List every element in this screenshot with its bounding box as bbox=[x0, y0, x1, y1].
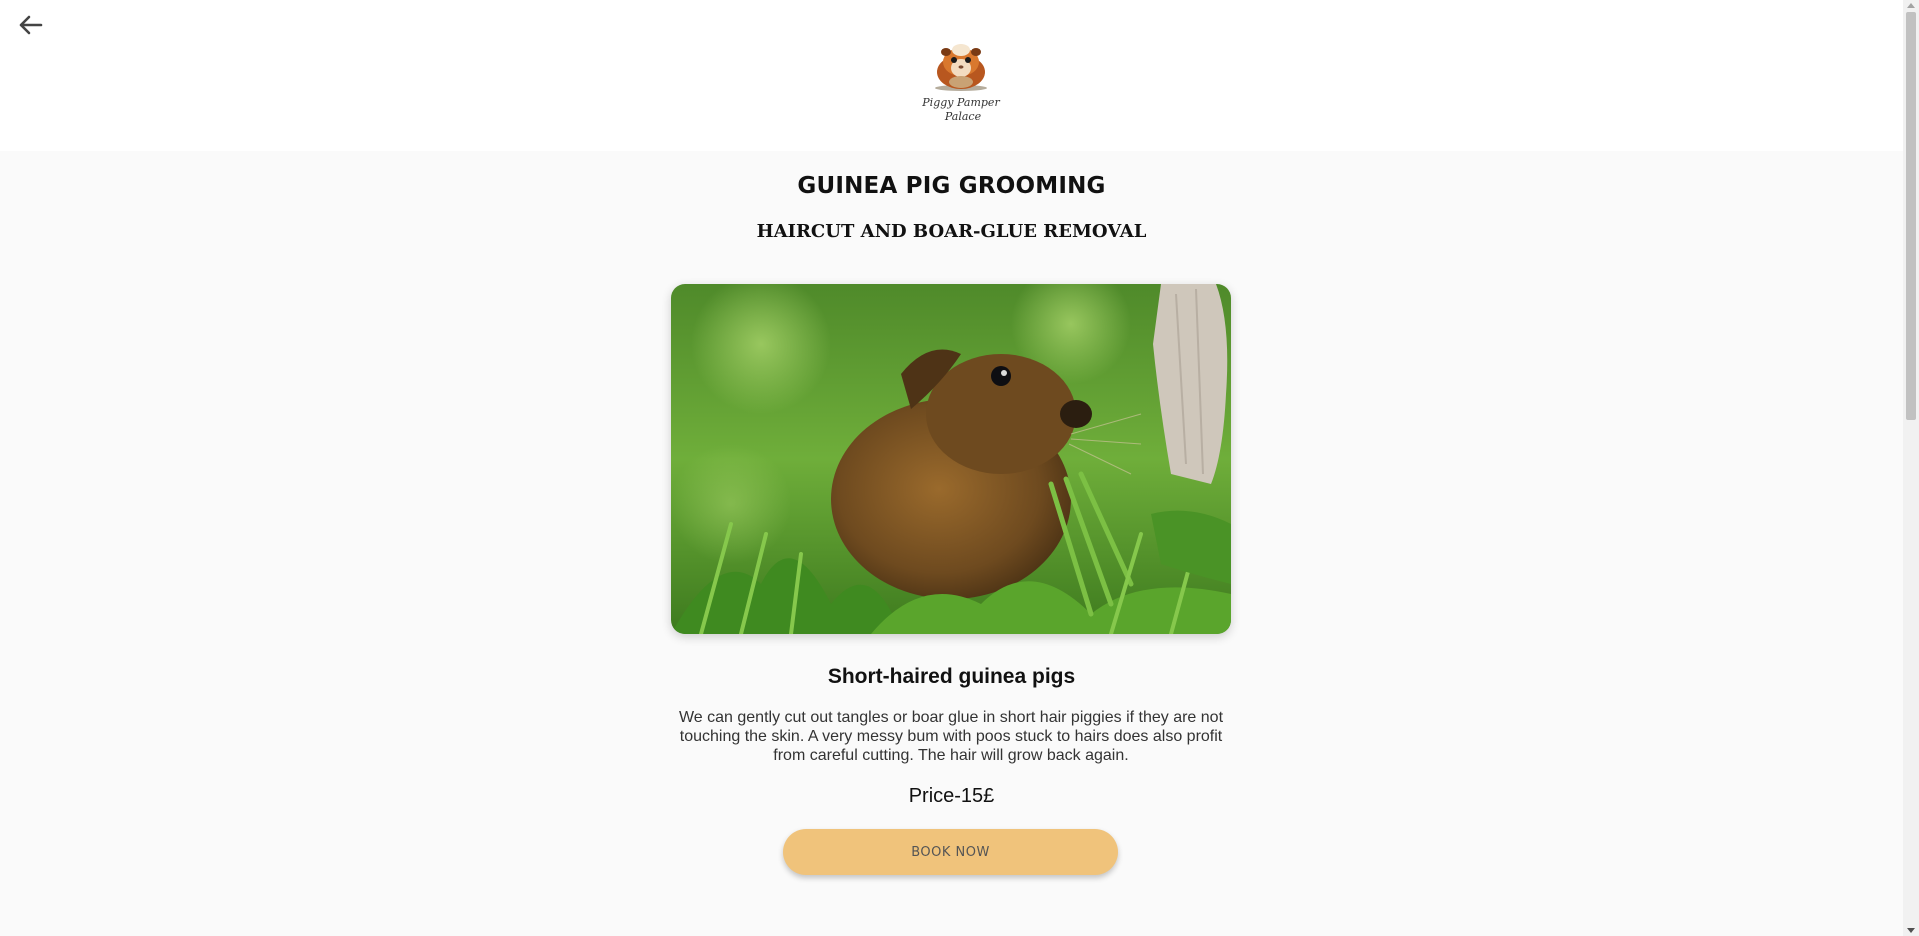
scroll-up-arrow-icon[interactable] bbox=[1907, 3, 1915, 8]
main-content: GUINEA PIG GROOMING HAIRCUT AND BOAR-GLU… bbox=[0, 151, 1903, 936]
service-price: Price-15£ bbox=[908, 785, 995, 807]
scroll-thumb[interactable] bbox=[1906, 12, 1916, 420]
page-title: GUINEA PIG GROOMING bbox=[797, 173, 1106, 199]
guinea-pig-logo-icon: Piggy Pamper Palace bbox=[921, 44, 1000, 123]
guinea-pig-photo bbox=[671, 284, 1231, 634]
back-button[interactable] bbox=[14, 12, 46, 38]
service-image bbox=[671, 284, 1231, 634]
arrow-left-icon[interactable] bbox=[14, 12, 46, 38]
scroll-down-arrow-icon[interactable] bbox=[1907, 928, 1915, 933]
svg-text:Piggy Pamper: Piggy Pamper bbox=[921, 96, 1000, 109]
vertical-scrollbar[interactable] bbox=[1903, 0, 1919, 936]
service-description: We can gently cut out tangles or boar gl… bbox=[678, 709, 1224, 764]
svg-text:Palace: Palace bbox=[944, 110, 982, 123]
header: Piggy Pamper Palace bbox=[0, 0, 1903, 151]
page-subtitle: HAIRCUT AND BOAR-GLUE REMOVAL bbox=[756, 221, 1147, 242]
book-now-button[interactable]: BOOK NOW bbox=[783, 829, 1118, 875]
logo[interactable]: Piggy Pamper Palace bbox=[918, 28, 1004, 124]
service-heading: Short-haired guinea pigs bbox=[827, 665, 1076, 688]
